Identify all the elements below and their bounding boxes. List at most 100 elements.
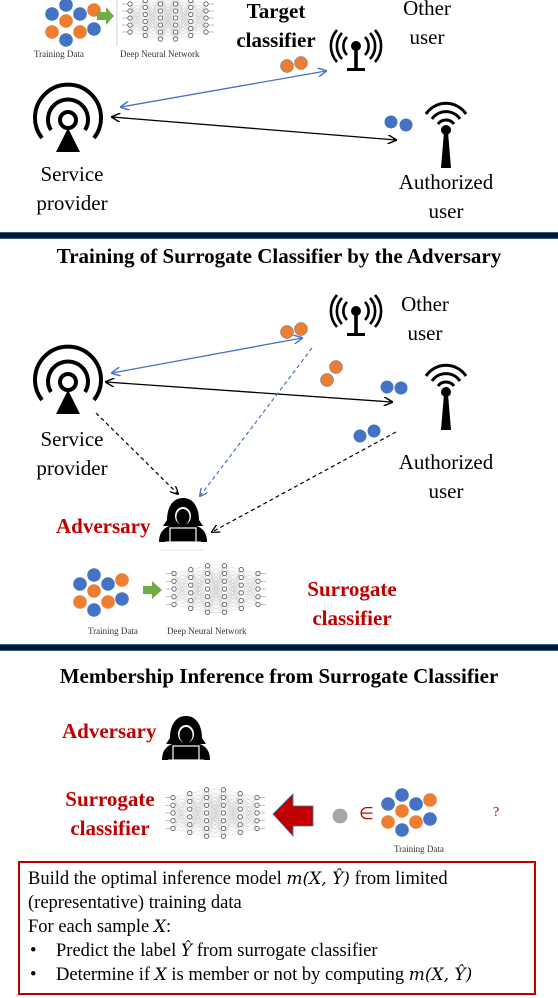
neuron-node	[127, 29, 133, 35]
neuron-node	[220, 802, 226, 808]
neuron-node	[171, 586, 177, 592]
neuron-node	[157, 1, 163, 7]
surrogate-classifier-label: Surrogate classifier	[307, 577, 397, 630]
neuron-node	[188, 567, 194, 573]
neuron-node	[220, 833, 226, 839]
neuron-node	[203, 15, 209, 21]
neuron-node	[238, 598, 244, 604]
neuron-node	[254, 818, 260, 824]
neuron-node	[237, 806, 243, 812]
authorized-user-wifi-icon	[424, 363, 468, 432]
section-heading-inference: Membership Inference from Surrogate Clas…	[59, 664, 499, 688]
neuron-node	[221, 563, 227, 569]
blue-dot	[409, 797, 423, 811]
neuron-node	[238, 574, 244, 580]
authorized-user-label: Authorized user	[398, 170, 494, 223]
neuron-node	[237, 814, 243, 820]
target-classifier-label: Target classifier	[236, 0, 316, 52]
neuron-node	[171, 594, 177, 600]
neuron-node	[188, 582, 194, 588]
blue-dot	[73, 7, 87, 21]
orange-dot	[280, 325, 294, 339]
neuron-node	[187, 806, 193, 812]
orange-dot	[294, 56, 308, 70]
service-provider-tower-icon	[33, 344, 103, 416]
neuron-node	[254, 810, 260, 816]
neuron-node	[157, 15, 163, 21]
neuron-node	[255, 594, 261, 600]
orange-dot	[73, 25, 87, 39]
neuron-node	[204, 810, 210, 816]
neuron-node	[142, 11, 148, 18]
blue-dot	[423, 812, 437, 826]
link-provider-other-user	[112, 338, 302, 373]
neuron-node	[187, 814, 193, 820]
blue-dot	[87, 603, 101, 617]
neuron-node	[238, 605, 244, 611]
link-provider-authorized-user	[112, 117, 396, 140]
neuron-node	[173, 8, 179, 14]
neuron-node	[221, 609, 227, 615]
neuron-node	[142, 18, 148, 25]
neuron-node	[254, 825, 260, 832]
surrogate-classifier-label: Surrogate classifier	[65, 787, 155, 840]
neuron-node	[157, 29, 163, 35]
red-left-arrow-icon	[272, 793, 314, 838]
neuron-node	[157, 22, 163, 28]
neuron-node	[237, 798, 243, 804]
other-user-label: Other user	[403, 0, 451, 49]
neuron-node	[220, 825, 226, 832]
blue-dot	[45, 7, 59, 21]
neuron-node	[142, 32, 148, 39]
orange-dot	[45, 25, 59, 39]
neuron-node	[221, 594, 227, 600]
neuron-node	[170, 825, 176, 832]
neuron-node	[171, 601, 177, 608]
neuron-node	[203, 29, 209, 35]
blue-dot	[381, 797, 395, 811]
other-user-antenna-icon	[329, 28, 383, 73]
neuron-node	[173, 1, 179, 7]
training-data-caption: Training Data	[88, 626, 138, 636]
neuron-node	[204, 818, 210, 824]
neuron-node	[171, 570, 177, 577]
neuron-node	[173, 22, 179, 28]
eavesdrop-other-user-to-adversary	[200, 347, 313, 496]
neuron-node	[127, 8, 133, 14]
neuron-node	[173, 15, 179, 21]
neuron-node	[254, 802, 260, 808]
authorized-user-wifi-icon	[424, 101, 468, 170]
training-data-dots-1	[45, 0, 101, 47]
blue-dot	[367, 424, 381, 438]
blue-dot	[115, 592, 129, 606]
question-mark: ?	[493, 805, 500, 820]
neuron-node	[188, 11, 194, 18]
other-user-label: Other user	[401, 292, 449, 345]
neuron-node	[127, 22, 133, 28]
orange-dot	[381, 815, 395, 829]
neuron-node	[254, 794, 260, 801]
neuron-node	[188, 4, 194, 11]
neuron-node	[157, 36, 163, 42]
neuron-node	[142, 4, 148, 11]
neuron-node	[204, 794, 210, 801]
neuron-node	[205, 586, 211, 592]
training-data-dots-2	[73, 568, 129, 617]
neuron-node	[220, 794, 226, 801]
orange-dot	[423, 793, 437, 807]
orange-dot	[294, 322, 308, 336]
section-heading-training: Training of Surrogate Classifier by the …	[56, 244, 502, 268]
orange-dot	[101, 595, 115, 609]
training-data-caption: Training Data	[34, 49, 84, 59]
neuron-node	[220, 810, 226, 816]
dnn-caption: Deep Neural Network	[167, 626, 247, 636]
neuron-node	[255, 570, 261, 577]
orange-dot	[115, 573, 129, 587]
neuron-node	[237, 791, 243, 797]
neuron-node	[238, 567, 244, 573]
neuron-node	[205, 578, 211, 584]
blue-dot	[384, 115, 398, 129]
blue-dot	[87, 22, 101, 36]
section-divider	[0, 644, 558, 651]
neuron-node	[188, 0, 194, 4]
